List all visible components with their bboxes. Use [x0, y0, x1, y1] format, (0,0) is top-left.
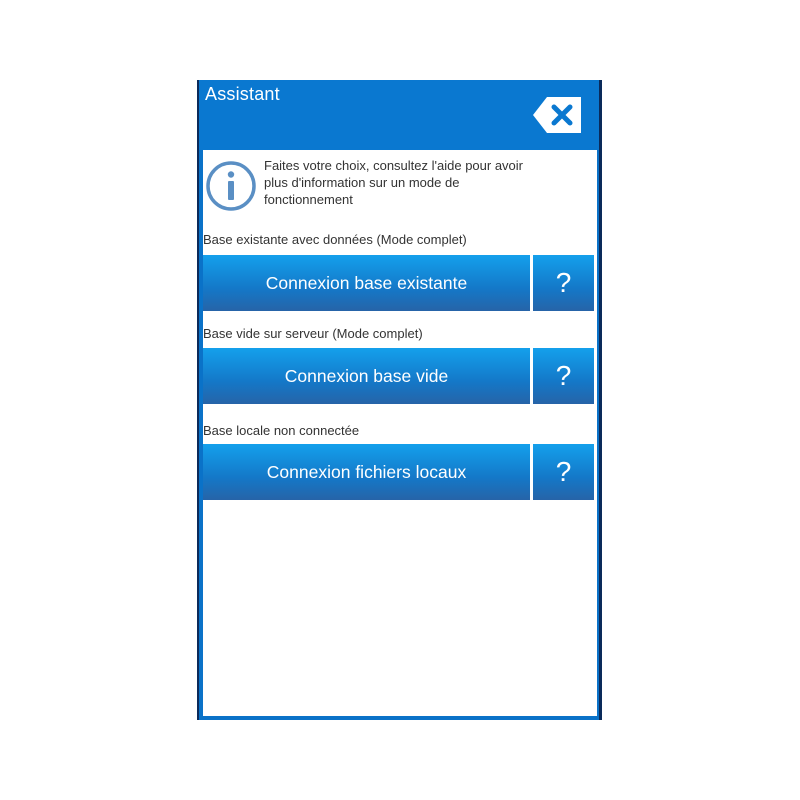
close-button[interactable]: [533, 97, 581, 133]
info-line: fonctionnement: [264, 192, 353, 207]
info-message: Faites votre choix, consultez l'aide pou…: [203, 156, 597, 216]
help-empty-base-button[interactable]: ?: [533, 348, 594, 404]
content-panel: Faites votre choix, consultez l'aide pou…: [203, 150, 597, 716]
info-icon: [206, 161, 256, 211]
info-text: Faites votre choix, consultez l'aide pou…: [264, 157, 564, 208]
connect-local-files-button[interactable]: Connexion fichiers locaux: [203, 444, 530, 500]
window-header: Assistant: [199, 80, 599, 150]
help-local-files-button[interactable]: ?: [533, 444, 594, 500]
info-line: plus d'information sur un mode de: [264, 175, 460, 190]
section-label-existing: Base existante avec données (Mode comple…: [203, 232, 467, 247]
connect-empty-base-button[interactable]: Connexion base vide: [203, 348, 530, 404]
help-existing-base-button[interactable]: ?: [533, 255, 594, 311]
section-label-empty: Base vide sur serveur (Mode complet): [203, 326, 423, 341]
close-icon: [533, 97, 581, 133]
info-line: Faites votre choix, consultez l'aide pou…: [264, 158, 523, 173]
section-label-local: Base locale non connectée: [203, 423, 360, 438]
assistant-window: Assistant Faites votre choix, consultez …: [197, 80, 602, 720]
connect-existing-base-button[interactable]: Connexion base existante: [203, 255, 530, 311]
window-title: Assistant: [205, 84, 280, 104]
